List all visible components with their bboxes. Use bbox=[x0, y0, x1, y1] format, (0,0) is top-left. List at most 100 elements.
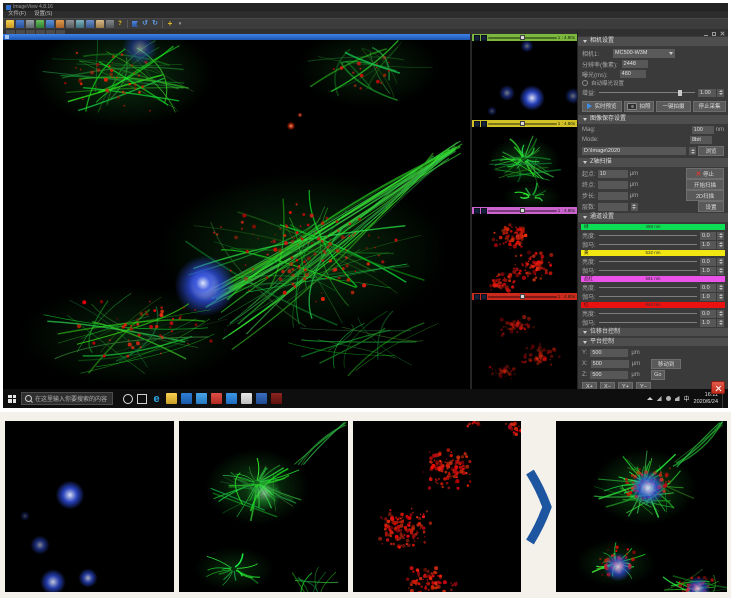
mag-field[interactable]: 100 bbox=[692, 126, 714, 134]
tray-expand-icon[interactable] bbox=[647, 397, 653, 400]
task-view-icon[interactable] bbox=[137, 394, 147, 404]
y-field[interactable]: 500 bbox=[590, 349, 628, 357]
minimize-icon[interactable] bbox=[704, 31, 708, 36]
brightness-spinner[interactable] bbox=[717, 232, 724, 240]
section-camera[interactable]: 相机设置 bbox=[578, 37, 728, 46]
exposure-slider-track[interactable] bbox=[488, 37, 557, 39]
channel-toggle[interactable] bbox=[481, 208, 487, 214]
gamma-value[interactable]: 1.0 bbox=[700, 319, 716, 327]
thumbnail-red2-channel[interactable] bbox=[472, 300, 577, 389]
photos-icon[interactable] bbox=[226, 393, 237, 404]
channel-toggle[interactable] bbox=[481, 121, 487, 127]
brightness-value[interactable]: 0.0 bbox=[700, 258, 716, 266]
channel-slider-green[interactable]: 1 : 4.80x bbox=[472, 34, 577, 41]
menu-settings[interactable]: 设置(S) bbox=[34, 11, 52, 18]
crop-frame-icon[interactable] bbox=[86, 20, 94, 28]
path-spinner[interactable] bbox=[689, 147, 696, 155]
start-button[interactable] bbox=[3, 389, 21, 408]
add-icon[interactable]: + bbox=[166, 20, 174, 28]
brightness-value[interactable]: 0.0 bbox=[700, 284, 716, 292]
gain-slider-handle[interactable] bbox=[678, 90, 682, 96]
rotate-left-icon[interactable]: ↺ bbox=[141, 20, 149, 28]
channel-toggle[interactable] bbox=[481, 294, 487, 300]
jog-y-minus-button[interactable]: Y− bbox=[636, 382, 651, 390]
gain-value[interactable]: 1.00 bbox=[698, 89, 716, 97]
close-button[interactable] bbox=[711, 381, 725, 394]
exposure-slider-handle[interactable] bbox=[520, 35, 525, 40]
z-startscan-button[interactable]: 开始扫描 bbox=[686, 179, 724, 190]
cortana-icon[interactable] bbox=[123, 394, 133, 404]
z-step-field[interactable] bbox=[598, 192, 628, 200]
section-xy[interactable]: 平台控制 bbox=[578, 338, 728, 346]
section-stage[interactable]: 位移台控制 bbox=[578, 328, 728, 336]
blue-app-icon[interactable] bbox=[256, 393, 267, 404]
print-icon[interactable] bbox=[26, 20, 34, 28]
section-zscan[interactable]: Z轴扫描 bbox=[578, 158, 728, 167]
z-layers-spinner[interactable] bbox=[631, 203, 638, 211]
channel-swatch[interactable] bbox=[474, 121, 480, 127]
channel-swatch[interactable] bbox=[474, 35, 480, 41]
annotate-pen-icon[interactable] bbox=[96, 20, 104, 28]
gamma-slider[interactable] bbox=[599, 322, 697, 323]
brightness-slider[interactable] bbox=[599, 313, 697, 314]
photoshop-icon[interactable] bbox=[271, 393, 282, 404]
gamma-spinner[interactable] bbox=[717, 293, 724, 301]
gamma-spinner[interactable] bbox=[717, 267, 724, 275]
snap-button[interactable]: 拍照 bbox=[624, 101, 654, 112]
auto-exposure-radio[interactable] bbox=[582, 80, 588, 86]
tray-sound-icon[interactable] bbox=[666, 396, 671, 401]
spin-up-icon[interactable] bbox=[719, 90, 723, 92]
live-preview-button[interactable]: 实时预览 bbox=[582, 101, 622, 112]
gamma-slider[interactable] bbox=[599, 296, 697, 297]
z-layers-field[interactable] bbox=[598, 203, 628, 211]
go-button[interactable]: Go bbox=[651, 370, 665, 380]
tray-network-icon[interactable] bbox=[657, 396, 662, 401]
red-app-icon[interactable] bbox=[211, 393, 222, 404]
document-app-icon[interactable] bbox=[241, 393, 252, 404]
z-start-field[interactable]: 10 bbox=[598, 170, 628, 178]
z-2dscan-button[interactable]: 2D扫描 bbox=[686, 190, 724, 201]
collapse-icon[interactable] bbox=[583, 118, 587, 121]
channel-bar-green[interactable]: 绿 488 nm bbox=[581, 224, 725, 230]
channel-swatch[interactable] bbox=[474, 294, 480, 300]
collapse-icon[interactable] bbox=[583, 40, 587, 43]
help-icon[interactable]: ? bbox=[116, 20, 124, 28]
section-channels[interactable]: 通道设置 bbox=[578, 213, 728, 222]
brightness-slider[interactable] bbox=[599, 235, 697, 236]
stage-z-field[interactable]: 500 bbox=[590, 371, 628, 379]
gamma-spinner[interactable] bbox=[717, 319, 724, 327]
collapse-icon[interactable] bbox=[583, 341, 587, 344]
channel-toggle[interactable] bbox=[481, 35, 487, 41]
exposure-field[interactable]: 480 bbox=[620, 70, 646, 78]
channel-swatch[interactable] bbox=[474, 208, 480, 214]
gamma-value[interactable]: 1.0 bbox=[700, 241, 716, 249]
spin-down-icon[interactable] bbox=[719, 93, 723, 95]
jog-x-plus-button[interactable]: X+ bbox=[582, 382, 597, 390]
maximize-icon[interactable] bbox=[712, 32, 716, 36]
open-folder-icon[interactable] bbox=[6, 20, 14, 28]
collapse-icon[interactable] bbox=[583, 331, 587, 334]
jog-x-minus-button[interactable]: X− bbox=[600, 382, 615, 390]
store-icon[interactable] bbox=[181, 393, 192, 404]
flag-icon[interactable] bbox=[131, 20, 139, 28]
gamma-slider[interactable] bbox=[599, 244, 697, 245]
brightness-slider[interactable] bbox=[599, 287, 697, 288]
brightness-value[interactable]: 0.0 bbox=[700, 232, 716, 240]
brightness-value[interactable]: 0.0 bbox=[700, 310, 716, 318]
exposure-slider-handle[interactable] bbox=[520, 208, 525, 213]
brightness-slider[interactable] bbox=[599, 261, 697, 262]
channel-bar-yellow[interactable]: 黄 532 nm bbox=[581, 250, 725, 256]
stop-capture-button[interactable]: 停止采集 bbox=[693, 101, 726, 112]
edge-icon[interactable]: e bbox=[151, 393, 162, 404]
collapse-icon[interactable] bbox=[583, 216, 587, 219]
gain-slider-track[interactable] bbox=[599, 92, 695, 93]
mail-icon[interactable] bbox=[196, 393, 207, 404]
jog-y-plus-button[interactable]: Y+ bbox=[618, 382, 633, 390]
close-icon[interactable] bbox=[720, 32, 724, 36]
browse-button[interactable]: 浏览 bbox=[698, 146, 724, 156]
exposure-slider-track[interactable] bbox=[488, 123, 557, 125]
tray-battery-icon[interactable] bbox=[675, 396, 680, 401]
thumbnail-red-channel[interactable] bbox=[472, 214, 577, 293]
channel-bar-red[interactable]: 红 640 nm bbox=[581, 302, 725, 308]
gamma-value[interactable]: 1.0 bbox=[700, 267, 716, 275]
